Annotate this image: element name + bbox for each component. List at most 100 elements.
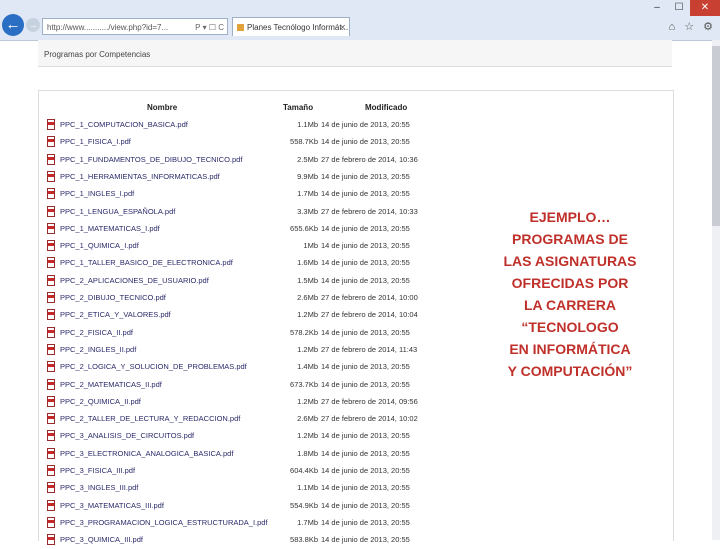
file-modified: 27 de febrero de 2014, 10:02 (321, 414, 418, 424)
file-link[interactable]: PPC_1_COMPUTACION_BASICA.pdf (60, 120, 188, 129)
file-link[interactable]: PPC_2_QUIMICA_II.pdf (60, 397, 141, 406)
file-row: PPC_2_FISICA_II.pdf 578.2Kb 14 de junio de… (39, 325, 439, 342)
scrollbar-thumb[interactable] (712, 46, 720, 226)
file-modified: 14 de junio de 2013, 20:55 (321, 275, 410, 285)
file-modified: 27 de febrero de 2014, 10:36 (321, 154, 418, 164)
caption-line: LAS ASIGNATURAS (503, 253, 637, 269)
browser-toolbar: ← → http://www.........../view.php?id=7.… (0, 0, 720, 41)
file-modified: 14 de junio de 2013, 20:55 (321, 500, 410, 510)
maximize-button[interactable]: ☐ (668, 0, 690, 16)
file-modified: 14 de junio de 2013, 20:55 (321, 241, 410, 251)
file-link[interactable]: PPC_1_TALLER_BASICO_DE_ELECTRONICA.pdf (60, 258, 233, 267)
column-header-modified[interactable]: Modificado (365, 103, 407, 112)
address-bar[interactable]: http://www.........../view.php?id=7... P… (42, 18, 228, 35)
file-link[interactable]: PPC_1_QUIMICA_I.pdf (60, 241, 139, 250)
file-link[interactable]: PPC_3_INGLES_III.pdf (60, 483, 138, 492)
file-link[interactable]: PPC_2_INGLES_II.pdf (60, 345, 136, 354)
pdf-icon (47, 136, 55, 148)
file-size: 1.7Mb (297, 517, 318, 527)
file-row: PPC_1_QUIMICA_I.pdf 1Mb 14 de junio de 201… (39, 238, 439, 255)
file-size: 578.2Kb (290, 327, 318, 337)
file-row: PPC_1_TALLER_BASICO_DE_ELECTRONICA.pdf 1.… (39, 255, 439, 272)
file-link[interactable]: PPC_3_PROGRAMACION_LOGICA_ESTRUCTURADA_I… (60, 518, 268, 527)
pdf-icon (47, 153, 55, 165)
file-row: PPC_2_LOGICA_Y_SOLUCION_DE_PROBLEMAS.pdf… (39, 359, 439, 376)
pdf-icon (47, 499, 55, 511)
file-modified: 27 de febrero de 2014, 10:04 (321, 310, 418, 320)
file-link[interactable]: PPC_3_MATEMATICAS_III.pdf (60, 501, 164, 510)
file-modified: 27 de febrero de 2014, 10:33 (321, 206, 418, 216)
file-link[interactable]: PPC_2_LOGICA_Y_SOLUCION_DE_PROBLEMAS.pdf (60, 362, 247, 371)
page-title: Programas por Competencias (44, 50, 151, 59)
tab-close-icon[interactable]: ✕ (339, 18, 346, 36)
file-link[interactable]: PPC_1_MATEMATICAS_I.pdf (60, 224, 160, 233)
file-size: 1.2Mb (297, 396, 318, 406)
file-row: PPC_3_FISICA_III.pdf 604.4Kb 14 de junio d… (39, 463, 439, 480)
pdf-icon (47, 430, 55, 442)
file-link[interactable]: PPC_2_FISICA_II.pdf (60, 328, 133, 337)
file-size: 3.3Mb (297, 206, 318, 216)
file-modified: 14 de junio de 2013, 20:55 (321, 379, 410, 389)
file-modified: 14 de junio de 2013, 20:55 (321, 517, 410, 527)
file-link[interactable]: PPC_1_FISICA_I.pdf (60, 137, 131, 146)
file-link[interactable]: PPC_2_MATEMATICAS_II.pdf (60, 380, 162, 389)
column-header-size[interactable]: Tamaño (283, 103, 313, 112)
file-row: PPC_1_MATEMATICAS_I.pdf 655.6Kb 14 de juni… (39, 221, 439, 238)
pdf-icon (47, 413, 55, 425)
file-link[interactable]: PPC_1_INGLES_I.pdf (60, 189, 134, 198)
file-row: PPC_3_PROGRAMACION_LOGICA_ESTRUCTURADA_I… (39, 515, 439, 532)
file-link[interactable]: PPC_2_DIBUJO_TECNICO.pdf (60, 293, 166, 302)
page-header: Programas por Competencias (38, 40, 672, 67)
address-controls[interactable]: P ▾ ☐ C (195, 19, 224, 34)
forward-button[interactable]: → (26, 18, 40, 32)
file-modified: 14 de junio de 2013, 20:55 (321, 120, 410, 129)
caption-line: PROGRAMAS DE (512, 231, 628, 247)
file-link[interactable]: PPC_3_ELECTRONICA_ANALOGICA_BASICA.pdf (60, 449, 233, 458)
file-link[interactable]: PPC_2_APLICACIONES_DE_USUARIO.pdf (60, 276, 209, 285)
tab-title: Planes Tecnólogo Informát... (247, 23, 349, 32)
file-row: PPC_3_INGLES_III.pdf 1.1Mb 14 de junio de … (39, 480, 439, 497)
file-row: PPC_1_LENGUA_ESPAÑOLA.pdf 3.3Mb 27 de febr… (39, 204, 439, 221)
caption-line: OFRECIDAS POR (511, 275, 629, 291)
file-row: PPC_3_MATEMATICAS_III.pdf 554.9Kb 14 de ju… (39, 498, 439, 515)
back-button[interactable]: ← (2, 14, 24, 36)
file-size: 2.6Mb (297, 414, 318, 424)
pdf-icon (47, 482, 55, 494)
file-size: 558.7Kb (290, 137, 318, 147)
file-link[interactable]: PPC_3_ANALISIS_DE_CIRCUITOS.pdf (60, 431, 194, 440)
file-size: 1.5Mb (297, 275, 318, 285)
file-link[interactable]: PPC_1_LENGUA_ESPAÑOLA.pdf (60, 207, 175, 216)
file-modified: 14 de junio de 2013, 20:55 (321, 483, 410, 493)
file-size: 655.6Kb (290, 223, 318, 233)
file-row: PPC_1_FUNDAMENTOS_DE_DIBUJO_TECNICO.pdf 2… (39, 152, 439, 169)
minimize-button[interactable]: – (646, 0, 668, 16)
pdf-icon (47, 447, 55, 459)
pdf-icon (47, 188, 55, 200)
file-link[interactable]: PPC_1_FUNDAMENTOS_DE_DIBUJO_TECNICO.pdf (60, 155, 242, 164)
file-link[interactable]: PPC_2_ETICA_Y_VALORES.pdf (60, 310, 171, 319)
folder-icon (237, 24, 244, 31)
pdf-icon (47, 361, 55, 373)
file-link[interactable]: PPC_2_TALLER_DE_LECTURA_Y_REDACCION.pdf (60, 414, 240, 423)
file-size: 1.2Mb (297, 431, 318, 441)
file-size: 1.1Mb (297, 120, 318, 129)
pdf-icon (47, 516, 55, 528)
file-size: 1.4Mb (297, 362, 318, 372)
tab-active[interactable]: Planes Tecnólogo Informát... ✕ (232, 17, 350, 36)
toolbar-icons[interactable]: ⌂ ☆ ⚙ (669, 20, 716, 33)
file-row: PPC_2_TALLER_DE_LECTURA_Y_REDACCION.pdf 2… (39, 411, 439, 428)
window-controls: – ☐ ✕ (646, 0, 720, 16)
file-size: 1.1Mb (297, 483, 318, 493)
file-row: PPC_3_ELECTRONICA_ANALOGICA_BASICA.pdf 1.… (39, 446, 439, 463)
caption-line: “TECNOLOGO (521, 319, 619, 335)
file-modified: 14 de junio de 2013, 20:55 (321, 171, 410, 181)
column-header-name[interactable]: Nombre (147, 103, 177, 112)
close-button[interactable]: ✕ (690, 0, 720, 16)
pdf-icon (47, 465, 55, 476)
file-modified: 14 de junio de 2013, 20:55 (321, 431, 410, 441)
file-size: 1.2Mb (297, 310, 318, 320)
caption-line: EJEMPLO… (529, 209, 611, 225)
file-size: 673.7Kb (290, 379, 318, 389)
file-link[interactable]: PPC_1_HERRAMIENTAS_INFORMATICAS.pdf (60, 172, 220, 181)
file-link[interactable]: PPC_3_FISICA_III.pdf (60, 466, 135, 475)
